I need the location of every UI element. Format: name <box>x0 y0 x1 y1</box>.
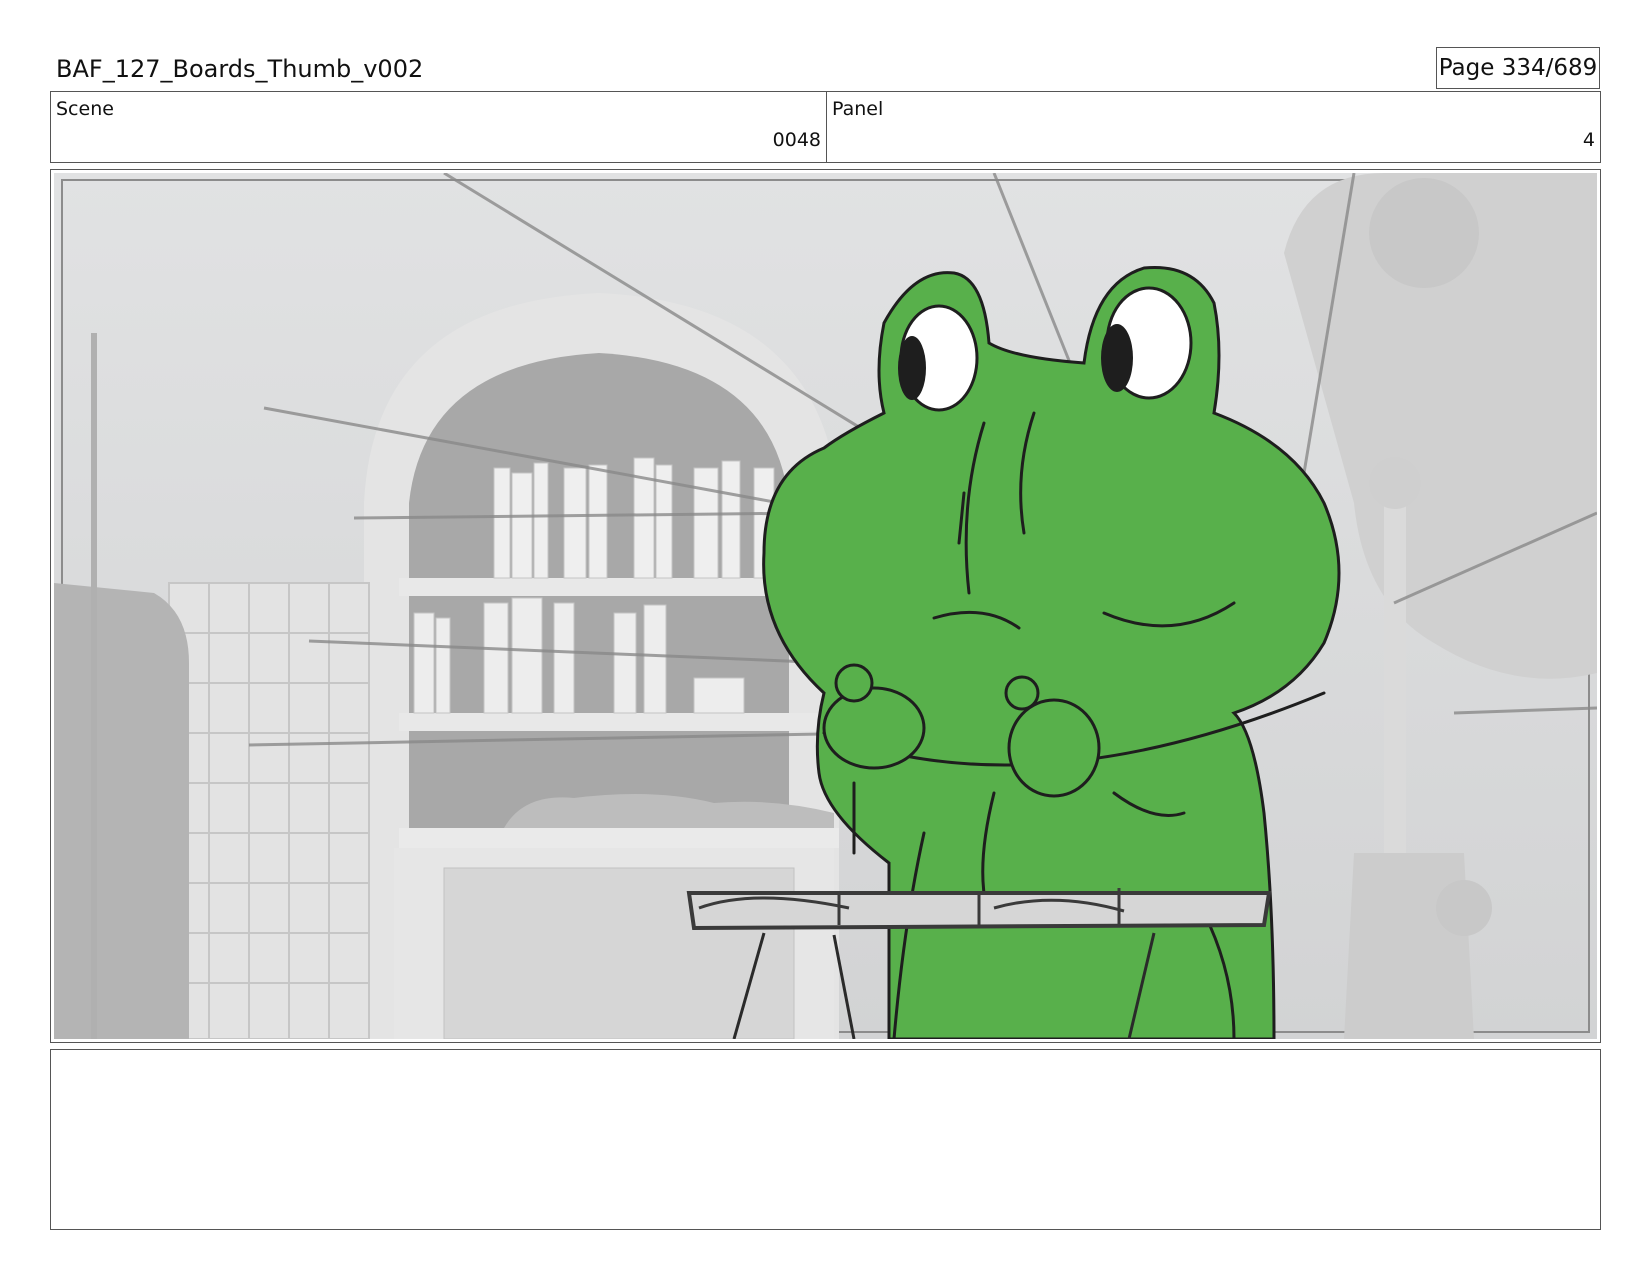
storyboard-panel-image <box>50 169 1601 1043</box>
frog-pupil-right <box>1101 324 1133 392</box>
frog-pupil-left <box>898 336 926 400</box>
frog-sketch-drawing <box>54 173 1597 1039</box>
right-sphere <box>1369 178 1479 288</box>
panel-value: 4 <box>1582 129 1595 151</box>
shelf-bottom <box>399 828 839 848</box>
left-cabinet <box>54 583 189 1039</box>
panel-notes-box[interactable] <box>50 1049 1601 1230</box>
right-post-knob <box>1369 457 1421 509</box>
scene-panel-info: Scene 0048 Panel 4 <box>50 91 1601 163</box>
document-title: BAF_127_Boards_Thumb_v002 <box>56 55 424 83</box>
scene-cell: Scene 0048 <box>51 92 827 162</box>
panel-cell: Panel 4 <box>827 92 1600 162</box>
scene-label: Scene <box>56 98 114 120</box>
right-base-knob <box>1436 880 1492 936</box>
tile-wall <box>168 582 370 1039</box>
shelf-middle <box>399 713 829 731</box>
scene-value: 0048 <box>772 129 821 151</box>
panel-label: Panel <box>832 98 884 120</box>
page-number: Page 334/689 <box>1436 47 1600 89</box>
right-base <box>1344 853 1474 1039</box>
